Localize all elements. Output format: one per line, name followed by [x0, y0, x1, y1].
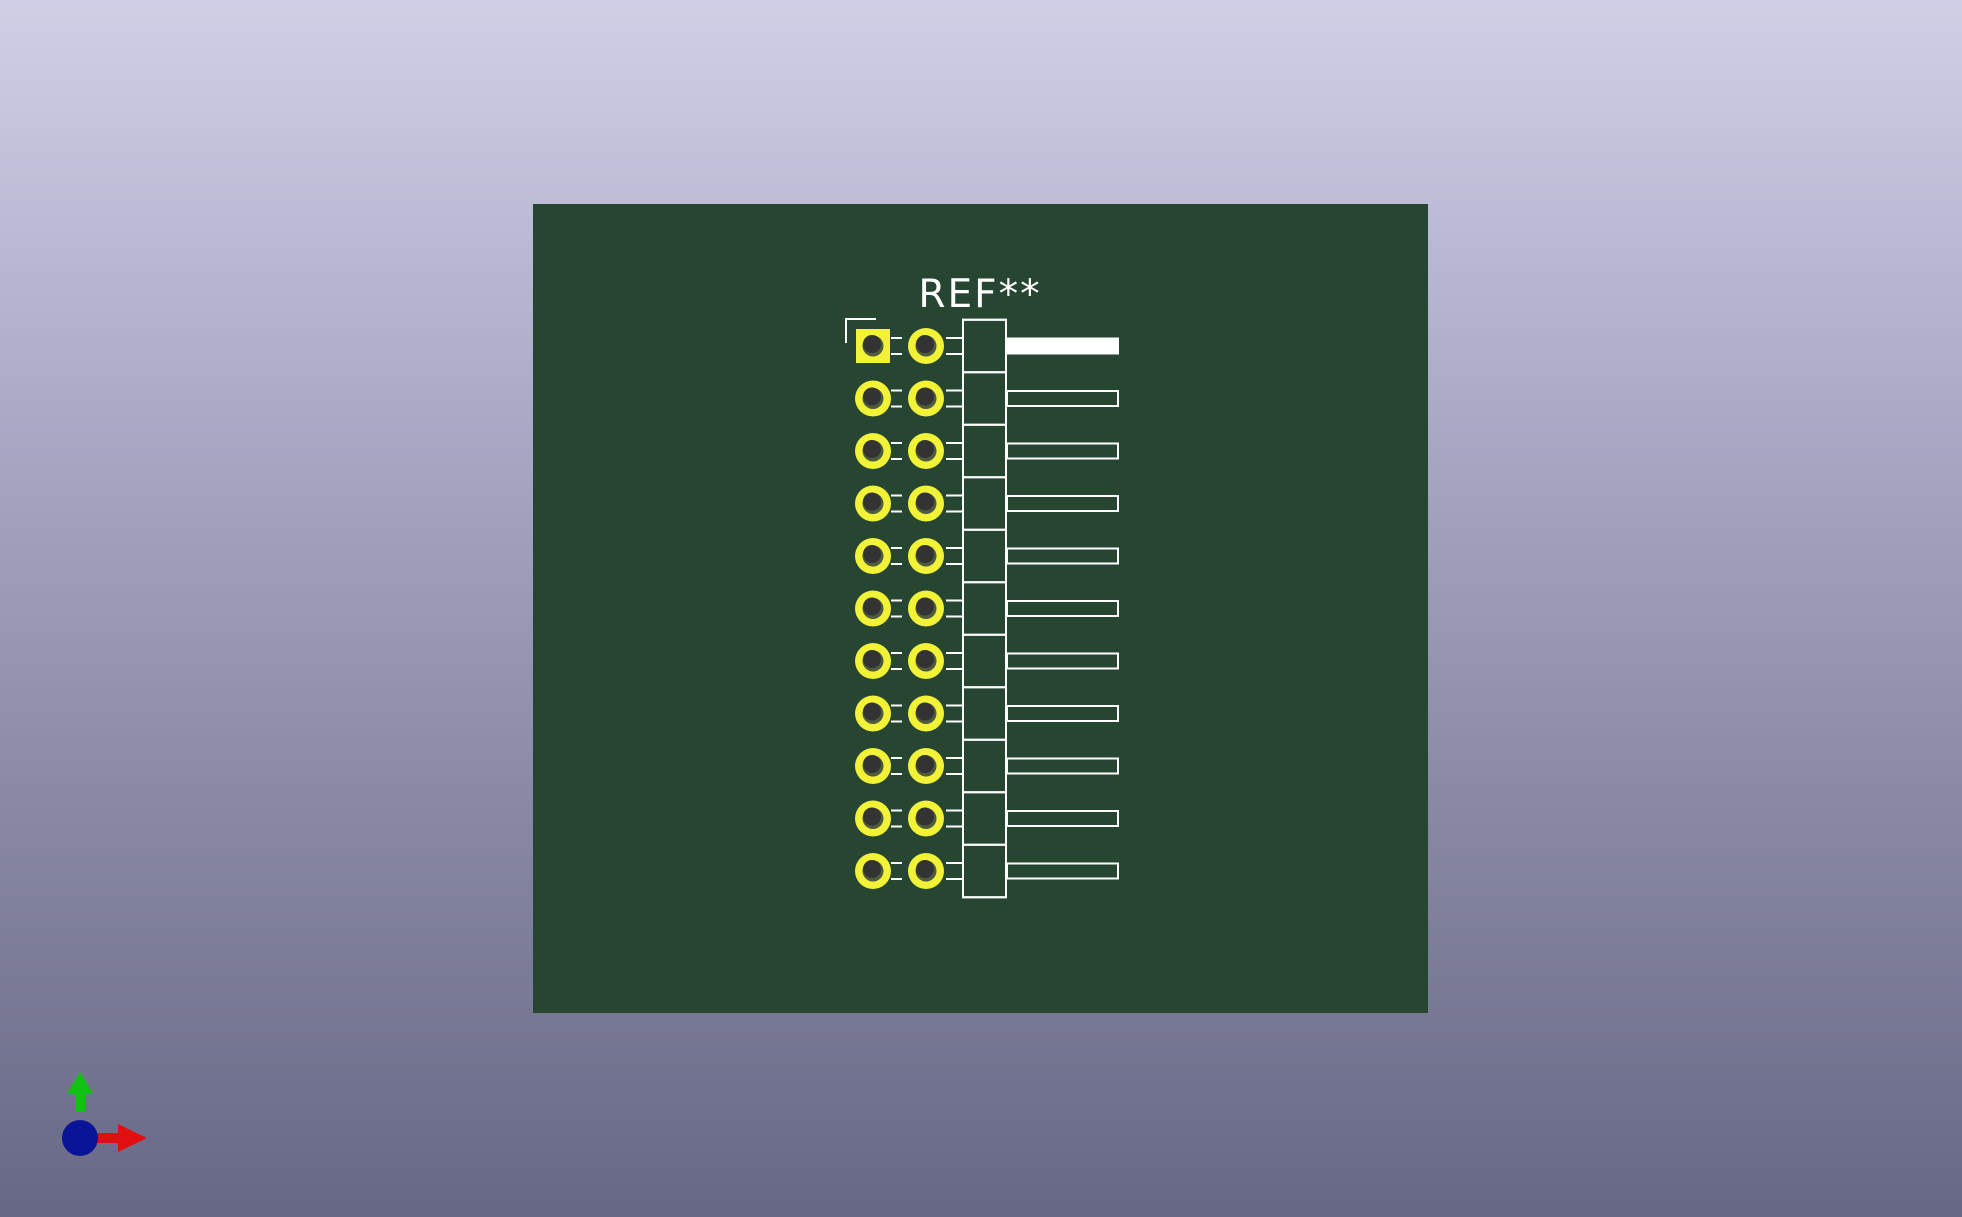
drill-hole	[916, 597, 934, 616]
drill-hole	[863, 387, 881, 406]
drill-hole	[916, 860, 934, 878]
pin-outline	[1006, 705, 1119, 722]
reference-designator-label: REF**	[918, 272, 1041, 317]
header-body-segment	[962, 423, 1007, 479]
pin-outline	[1006, 757, 1119, 775]
pad-layer	[855, 328, 944, 889]
pin-outline	[1006, 547, 1119, 565]
drill-hole	[863, 807, 881, 826]
header-body-segment	[962, 843, 1007, 899]
pin-outline	[1006, 652, 1119, 670]
drill-hole	[916, 807, 934, 826]
pcb-board[interactable]: REF**	[533, 204, 1428, 1013]
z-axis-sphere-icon	[62, 1120, 98, 1156]
drill-hole	[863, 597, 881, 616]
pin-outline	[1006, 390, 1119, 407]
header-body-outline	[962, 318, 1007, 899]
3d-viewport[interactable]: REF**	[0, 0, 1962, 1217]
header-body-segment	[962, 738, 1007, 794]
header-body-segment	[962, 581, 1007, 636]
pcb-footprint: REF**	[845, 272, 1119, 899]
header-body-segment	[962, 686, 1007, 741]
header-body-segment	[962, 528, 1007, 584]
drill-hole	[916, 335, 934, 353]
pin-outline	[1006, 495, 1119, 512]
drill-hole	[916, 545, 934, 563]
drill-hole	[863, 755, 881, 773]
drill-hole	[863, 335, 881, 353]
x-axis-arrow-icon	[118, 1124, 147, 1152]
header-body-segment	[962, 371, 1007, 426]
drill-hole	[863, 440, 881, 458]
pin1-outline	[1006, 337, 1119, 355]
drill-hole	[916, 387, 934, 406]
drill-hole	[916, 492, 934, 511]
pin-outline	[1006, 862, 1119, 880]
drill-hole	[916, 755, 934, 773]
header-body-segment	[962, 476, 1007, 531]
xyz-axes-icon	[62, 1072, 147, 1156]
header-body-segment	[962, 791, 1007, 846]
pin-outline	[1006, 600, 1119, 617]
pin-outline	[1006, 442, 1119, 460]
header-body-segment	[962, 318, 1007, 374]
drill-hole	[916, 440, 934, 458]
drill-hole	[863, 492, 881, 511]
drill-hole	[863, 702, 881, 721]
drill-hole	[863, 860, 881, 878]
drill-hole	[863, 650, 881, 668]
drill-hole	[863, 545, 881, 563]
pin-outline	[1006, 810, 1119, 827]
drill-hole	[916, 650, 934, 668]
header-body-segment	[962, 633, 1007, 689]
y-axis-arrow-icon	[67, 1072, 93, 1094]
drill-hole	[916, 702, 934, 721]
